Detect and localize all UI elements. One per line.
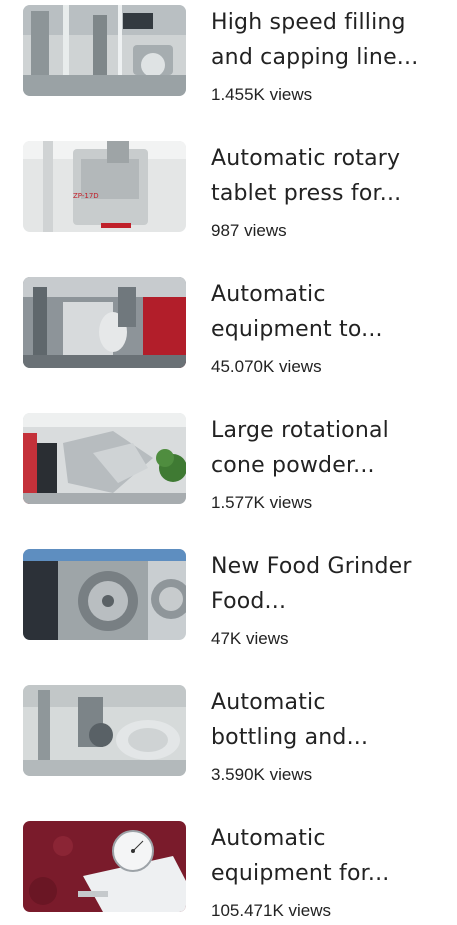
video-title[interactable]: Large rotational cone powder... <box>211 413 451 483</box>
view-count: 987 views <box>211 221 287 240</box>
video-title-line: High speed filling <box>211 10 406 35</box>
video-title[interactable]: Automatic bottling and... <box>211 685 451 755</box>
video-item[interactable]: Automatic bottling and... 3.590K views <box>0 680 457 800</box>
video-item[interactable]: ZP-17D Automatic rotary tablet press for… <box>0 136 457 256</box>
dial-gauge-thumbnail-icon <box>23 821 186 912</box>
view-count: 1.577K views <box>211 493 313 512</box>
video-thumbnail[interactable] <box>23 549 186 640</box>
video-thumbnail[interactable] <box>23 413 186 504</box>
equipment-thumbnail-icon <box>23 277 186 368</box>
video-thumbnail[interactable] <box>23 685 186 776</box>
video-title-line: Large rotational <box>211 418 389 443</box>
video-title-line: equipment to... <box>211 317 383 342</box>
food-grinder-thumbnail-icon <box>23 549 186 640</box>
video-title[interactable]: High speed filling and capping line... <box>211 5 451 75</box>
video-item[interactable]: New Food Grinder Food... 47K views <box>0 544 457 664</box>
view-count: 3.590K views <box>211 765 313 784</box>
video-title-line: bottling and... <box>211 725 369 750</box>
video-title-line: New Food Grinder <box>211 554 412 579</box>
video-title-line: Automatic <box>211 826 326 851</box>
cone-mixer-thumbnail-icon <box>23 413 186 504</box>
video-title-line: Automatic <box>211 282 326 307</box>
video-item[interactable]: High speed filling and capping line... 1… <box>0 0 457 120</box>
video-title-line: cone powder... <box>211 453 375 478</box>
filling-line-thumbnail-icon <box>23 5 186 96</box>
video-item[interactable]: Automatic equipment for... 105.471K view… <box>0 816 457 925</box>
video-title-line: Automatic rotary <box>211 146 401 171</box>
video-thumbnail[interactable] <box>23 821 186 912</box>
view-count: 45.070K views <box>211 357 322 376</box>
bottling-line-thumbnail-icon <box>23 685 186 776</box>
video-title[interactable]: Automatic equipment for... <box>211 821 451 891</box>
video-title-line: Automatic <box>211 690 326 715</box>
video-item[interactable]: Large rotational cone powder... 1.577K v… <box>0 408 457 528</box>
video-item[interactable]: Automatic equipment to... 45.070K views <box>0 272 457 392</box>
video-title-line: equipment for... <box>211 861 390 886</box>
view-count: 105.471K views <box>211 901 332 920</box>
video-title[interactable]: Automatic rotary tablet press for... <box>211 141 451 211</box>
video-title[interactable]: Automatic equipment to... <box>211 277 451 347</box>
tablet-press-thumbnail-icon: ZP-17D <box>23 141 186 232</box>
video-title-line: and capping line... <box>211 45 419 70</box>
view-count: 1.455K views <box>211 85 313 104</box>
video-thumbnail[interactable] <box>23 277 186 368</box>
video-title-line: Food... <box>211 589 287 614</box>
video-title-line: tablet press for... <box>211 181 402 206</box>
video-thumbnail[interactable]: ZP-17D <box>23 141 186 232</box>
model-label: ZP-17D <box>73 192 99 200</box>
video-feed: High speed filling and capping line... 1… <box>0 0 457 925</box>
view-count: 47K views <box>211 629 289 648</box>
video-thumbnail[interactable] <box>23 5 186 96</box>
video-title[interactable]: New Food Grinder Food... <box>211 549 451 619</box>
